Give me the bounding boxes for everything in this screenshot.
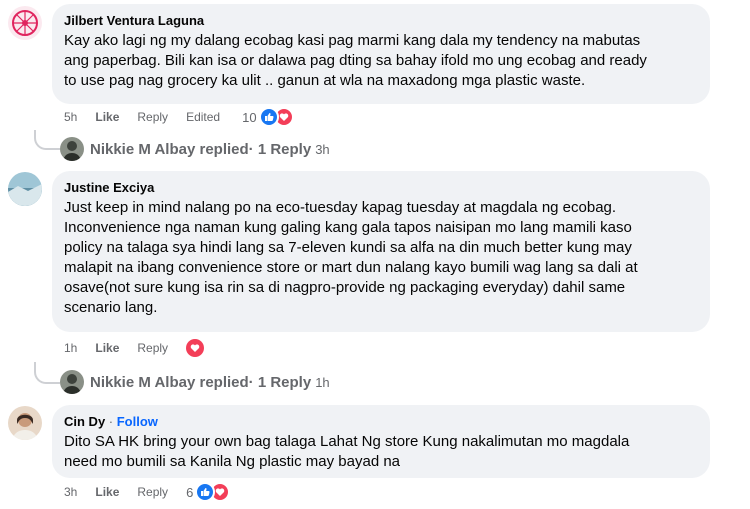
photo-avatar-icon <box>8 172 42 206</box>
avatar[interactable] <box>8 172 42 206</box>
reply-button[interactable]: Reply <box>137 485 168 499</box>
reaction-count: 10 <box>242 109 257 125</box>
reaction-summary[interactable] <box>186 339 205 357</box>
comment-time[interactable]: 5h <box>64 110 77 124</box>
like-icon <box>258 107 279 127</box>
thread-connector <box>34 130 60 150</box>
reply-time: 3h <box>315 141 330 157</box>
comment-bubble: Justine Exciya Just keep in mind nalang … <box>52 171 710 332</box>
follow-button[interactable]: Follow <box>117 414 158 429</box>
view-replies-link[interactable]: Nikkie M Albay replied · 1 Reply 3h <box>60 137 330 161</box>
comment-author[interactable]: Cin Dy <box>64 414 105 429</box>
avatar[interactable] <box>8 6 42 40</box>
view-replies-link[interactable]: Nikkie M Albay replied · 1 Reply 1h <box>60 370 330 394</box>
comment-author[interactable]: Jilbert Ventura Laguna <box>64 12 698 29</box>
follow-separator: · <box>105 414 117 429</box>
profile-photo-icon <box>8 406 42 440</box>
reply-author[interactable]: Nikkie M Albay replied <box>90 374 249 391</box>
comment-bubble: Cin Dy · Follow Dito SA HK bring your ow… <box>52 405 710 478</box>
comment-bubble: Jilbert Ventura Laguna Kay ako lagi ng m… <box>52 4 710 104</box>
avatar[interactable] <box>8 406 42 440</box>
comment-author-line: Cin Dy · Follow <box>64 413 698 430</box>
reply-button[interactable]: Reply <box>137 341 168 355</box>
comment-actions: 5h Like Reply Edited 10 <box>64 107 294 127</box>
comment-text: Just keep in mind nalang po na eco-tuesd… <box>64 199 638 316</box>
reaction-summary[interactable]: 6 <box>186 482 231 502</box>
thread-connector <box>34 362 60 384</box>
reaction-summary[interactable]: 10 <box>242 107 294 127</box>
avatar <box>60 370 84 394</box>
avatar <box>60 137 84 161</box>
comment-time[interactable]: 3h <box>64 485 77 499</box>
reply-button[interactable]: Reply <box>137 110 168 124</box>
reply-time: 1h <box>315 374 330 390</box>
ferris-wheel-avatar-icon <box>8 6 42 40</box>
like-button[interactable]: Like <box>95 110 119 124</box>
reaction-count: 6 <box>186 484 194 500</box>
reply-count[interactable]: · 1 Reply <box>249 141 312 158</box>
like-button[interactable]: Like <box>95 341 119 355</box>
comment-text: Dito SA HK bring your own bag talaga Lah… <box>64 433 630 470</box>
comment-time[interactable]: 1h <box>64 341 77 355</box>
comment-text: Kay ako lagi ng my dalang ecobag kasi pa… <box>64 32 647 89</box>
comment-actions: 3h Like Reply 6 <box>64 482 231 502</box>
comment-actions: 1h Like Reply <box>64 338 205 358</box>
like-button[interactable]: Like <box>95 485 119 499</box>
comment-author[interactable]: Justine Exciya <box>64 179 698 196</box>
edited-label: Edited <box>186 110 221 124</box>
love-icon <box>186 339 205 357</box>
reply-count[interactable]: · 1 Reply <box>249 374 312 391</box>
reply-author[interactable]: Nikkie M Albay replied <box>90 141 249 158</box>
